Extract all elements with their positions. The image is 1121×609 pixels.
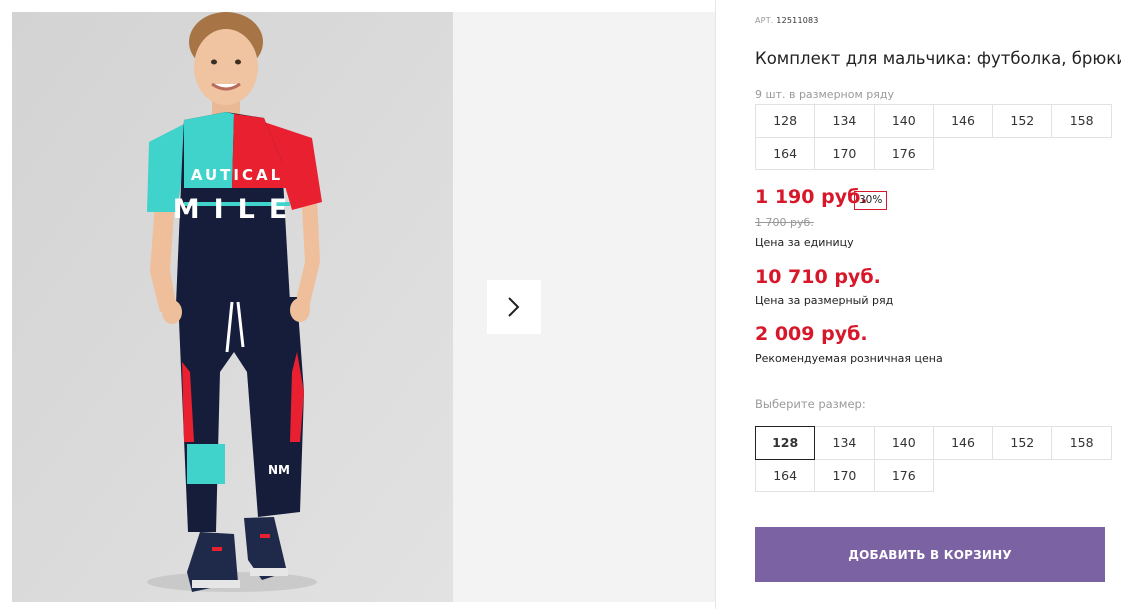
product-photo[interactable]: AUTICAL MILE NM [12,12,453,602]
size-selector: 128 134 140 146 152 158 164 170 176 [755,426,1112,492]
chevron-right-icon [508,297,520,317]
row-price: 10 710 руб. [755,266,881,288]
row-count-label: 9 шт. в размерном ряду [755,88,894,101]
size-option[interactable]: 152 [992,426,1053,460]
retail-price-label: Рекомендуемая розничная цена [755,352,943,365]
add-to-cart-button[interactable]: ДОБАВИТЬ В КОРЗИНУ [755,527,1105,582]
trouser-logo: NM [268,463,290,477]
row-size-cell: 170 [814,136,875,170]
product-gallery: AUTICAL MILE NM [0,0,716,609]
unit-price-label: Цена за единицу [755,236,854,249]
size-option[interactable]: 146 [932,426,994,460]
size-option[interactable]: 170 [814,458,875,492]
row-size-cell: 176 [873,136,934,170]
product-photo-illustration: AUTICAL MILE NM [12,12,453,602]
article-number: АРТ. 12511083 [755,16,819,25]
size-option[interactable]: 158 [1051,426,1112,460]
size-option[interactable]: 140 [873,426,934,460]
discount-badge: 30% [854,191,888,210]
row-size-cell: 140 [873,104,934,138]
size-option[interactable]: 134 [814,426,875,460]
size-option[interactable]: 176 [873,458,934,492]
shirt-print-bottom: MILE [173,194,302,225]
row-size-cell: 134 [814,104,875,138]
article-label: АРТ. [755,16,774,25]
row-size-cell: 146 [932,104,994,138]
row-price-label: Цена за размерный ряд [755,294,894,307]
shirt-print-top: AUTICAL [191,166,283,184]
article-value: 12511083 [776,16,819,25]
choose-size-label: Выберите размер: [755,397,866,411]
row-size-cell: 128 [755,104,816,138]
product-title: Комплект для мальчика: футболка, брюки [755,49,1121,68]
row-size-cell: 164 [755,136,816,170]
unit-price: 1 190 руб. [755,186,868,208]
row-size-cell: 158 [1051,104,1112,138]
row-size-cell: 152 [992,104,1053,138]
size-option[interactable]: 164 [755,458,816,492]
next-image-button[interactable] [487,280,541,334]
old-price: 1 700 руб. [755,216,814,229]
size-row-grid: 128 134 140 146 152 158 164 170 176 [755,104,1112,170]
column-divider [715,0,716,609]
retail-price: 2 009 руб. [755,323,868,345]
size-option-selected[interactable]: 128 [755,426,816,460]
